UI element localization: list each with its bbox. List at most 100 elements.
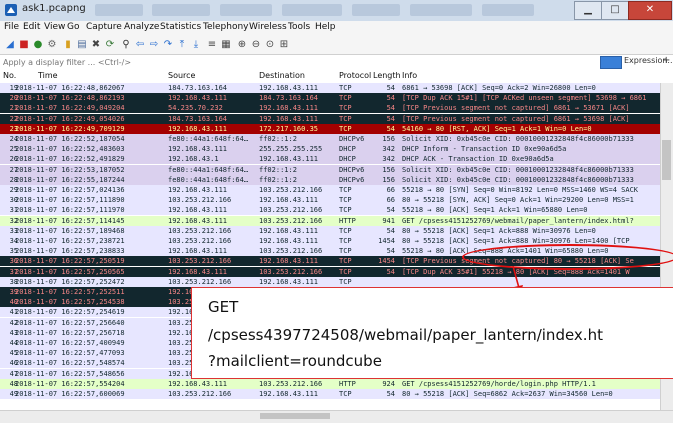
column-header-source[interactable]: Source [168, 71, 195, 80]
packet-row[interactable]: 25 2018-11-07 16:22:52,483603 192.168.43.1… [0, 144, 660, 155]
packet-length: 66 [386, 186, 395, 194]
colorize-icon[interactable]: ▦ [220, 39, 232, 51]
packet-time: 2018-11-07 16:22:57,252472 [15, 277, 125, 286]
vertical-scroll-thumb[interactable] [662, 140, 671, 180]
packet-time: 2018-11-07 16:22:52,187054 [15, 135, 125, 143]
add-filter-button[interactable]: + [662, 55, 670, 66]
apply-filter-button[interactable] [600, 56, 622, 69]
shark-fin-icon[interactable]: ◢ [4, 39, 16, 51]
column-header-info[interactable]: Info [402, 71, 417, 80]
packet-source: 192.168.43.1 [168, 155, 219, 164]
packet-row[interactable]: 31 2018-11-07 16:22:57,111970 192.168.43.1… [0, 205, 660, 216]
maximize-button[interactable]: □ [601, 1, 629, 20]
packet-time: 2018-11-07 16:22:49,049204 [15, 104, 125, 113]
packet-destination: 103.253.212.166 [259, 247, 323, 256]
packet-info: DHCP ACK - Transaction ID 0xe90a6d5a [402, 155, 554, 164]
menu-file[interactable]: File [4, 22, 19, 32]
packet-destination: 192.168.43.111 [259, 84, 319, 92]
packet-length: 156 [382, 165, 395, 174]
menu-telephony[interactable]: Telephony [203, 22, 249, 32]
packet-info: 6861 → 53698 [ACK] Seq=0 Ack=2 Win=26800… [402, 84, 596, 92]
column-header-protocol[interactable]: Protocol [339, 71, 371, 80]
packet-row[interactable]: 23 2018-11-07 16:22:49,709129 192.168.43.1… [0, 123, 660, 134]
resize-columns-icon[interactable]: ⊞ [278, 39, 290, 51]
packet-row[interactable]: 33 2018-11-07 16:22:57,189468 103.253.212.… [0, 225, 660, 236]
packet-row[interactable]: 30 2018-11-07 16:22:57,111890 103.253.212.… [0, 195, 660, 206]
reload-icon[interactable]: ⟳ [104, 39, 116, 51]
packet-row[interactable]: 22 2018-11-07 16:22:49,054026 184.73.163.1… [0, 113, 660, 124]
menu-tools[interactable]: Tools [288, 22, 310, 32]
packet-row[interactable]: 29 2018-11-07 16:22:57,024136 192.168.43.1… [0, 185, 660, 195]
packet-row[interactable]: 21 2018-11-07 16:22:49,049204 54.235.70.23… [0, 103, 660, 114]
packet-row[interactable]: 20 2018-11-07 16:22:48,862193 192.168.43.1… [0, 93, 660, 104]
menu-analyze[interactable]: Analyze [124, 22, 159, 32]
horizontal-scroll-thumb[interactable] [260, 413, 330, 419]
close-file-icon[interactable]: ✖ [90, 39, 102, 51]
packet-time: 2018-11-07 16:22:57,600069 [15, 390, 125, 398]
menu-wireless[interactable]: Wireless [249, 22, 287, 32]
open-icon[interactable]: ▮ [62, 39, 74, 51]
find-icon[interactable]: ⚲ [120, 39, 132, 51]
menu-view[interactable]: View [44, 22, 65, 32]
zoom-reset-icon[interactable]: ⊙ [264, 39, 276, 51]
close-window-button[interactable]: ✕ [628, 1, 672, 20]
last-icon[interactable]: ⤓ [190, 39, 202, 51]
packet-length: 941 [382, 216, 395, 225]
column-header-length[interactable]: Length [373, 71, 401, 80]
packet-time: 2018-11-07 16:22:57,252511 [15, 288, 125, 296]
packet-row[interactable]: 19 2018-11-07 16:22:48,862067 184.73.163.1… [0, 83, 660, 93]
blurred-tab [482, 4, 534, 16]
stop-icon[interactable]: ■ [18, 39, 30, 51]
packet-source: 103.253.212.166 [168, 237, 232, 245]
packet-time: 2018-11-07 16:22:49,054026 [15, 114, 125, 123]
display-filter-input[interactable] [3, 56, 558, 68]
back-icon[interactable]: ⇦ [134, 39, 146, 51]
packet-row[interactable]: 32 2018-11-07 16:22:57,114145 192.168.43.1… [0, 215, 660, 226]
packet-row[interactable]: 28 2018-11-07 16:22:55,187244 fe80::44a1:6… [0, 174, 660, 185]
menu-go[interactable]: Go [67, 22, 79, 32]
forward-icon[interactable]: ⇨ [148, 39, 160, 51]
zoom-out-icon[interactable]: ⊖ [250, 39, 262, 51]
packet-row[interactable]: 27 2018-11-07 16:22:53,187052 fe80::44a1:6… [0, 164, 660, 175]
column-header-destination[interactable]: Destination [259, 71, 305, 80]
minimize-button[interactable]: ▁ [574, 1, 602, 20]
packet-row[interactable]: 49 2018-11-07 16:22:57,600069 103.253.212.… [0, 389, 660, 399]
packet-source: fe80::44a1:648f:64… [168, 165, 249, 174]
packet-row[interactable]: 26 2018-11-07 16:22:52,491829 192.168.43.1… [0, 154, 660, 165]
save-icon[interactable]: ▤ [76, 39, 88, 51]
packet-length: 54 [386, 267, 395, 276]
packet-row[interactable]: 24 2018-11-07 16:22:52,187054 fe80::44a1:6… [0, 134, 660, 144]
packet-info: 80 → 55218 [SYN, ACK] Seq=0 Ack=1 Win=29… [402, 196, 634, 205]
autoscroll-icon[interactable]: ≡ [206, 39, 218, 51]
packet-source: 192.168.43.111 [168, 216, 228, 225]
packet-destination: ff02::1:2 [259, 175, 297, 184]
highlight-oval [462, 244, 673, 270]
menu-statistics[interactable]: Statistics [160, 22, 201, 32]
packet-destination: 192.168.43.111 [259, 196, 319, 205]
packet-protocol: TCP [339, 114, 352, 123]
packet-destination: 192.168.43.111 [259, 390, 319, 398]
options-icon[interactable]: ⚙ [46, 39, 58, 51]
goto-icon[interactable]: ↷ [162, 39, 174, 51]
column-header-time[interactable]: Time [38, 71, 58, 80]
first-icon[interactable]: ⤒ [176, 39, 188, 51]
menu-help[interactable]: Help [315, 22, 336, 32]
restart-icon[interactable]: ● [32, 39, 44, 51]
packet-time: 2018-11-07 16:22:57,250519 [15, 257, 125, 266]
packet-time: 2018-11-07 16:22:55,187244 [15, 175, 125, 184]
packet-row[interactable]: 38 2018-11-07 16:22:57,252472 103.253.212.… [0, 276, 660, 287]
packet-destination: 192.168.43.111 [259, 257, 319, 266]
menu-capture[interactable]: Capture [86, 22, 122, 32]
packet-destination: 103.253.212.166 [259, 186, 323, 194]
packet-destination: 255.255.255.255 [259, 145, 323, 154]
packet-length: 342 [382, 155, 395, 164]
packet-info: Solicit XID: 0xb45c0e CID: 0001000123284… [402, 175, 634, 184]
packet-row[interactable]: 48 2018-11-07 16:22:57,554204 192.168.43.1… [0, 378, 660, 389]
packet-protocol: DHCPv6 [339, 135, 365, 143]
column-header-no[interactable]: No. [3, 71, 16, 80]
packet-length: 156 [382, 175, 395, 184]
packet-length: 54 [386, 124, 395, 133]
zoom-in-icon[interactable]: ⊕ [236, 39, 248, 51]
horizontal-scrollbar[interactable] [0, 410, 673, 423]
menu-edit[interactable]: Edit [23, 22, 40, 32]
